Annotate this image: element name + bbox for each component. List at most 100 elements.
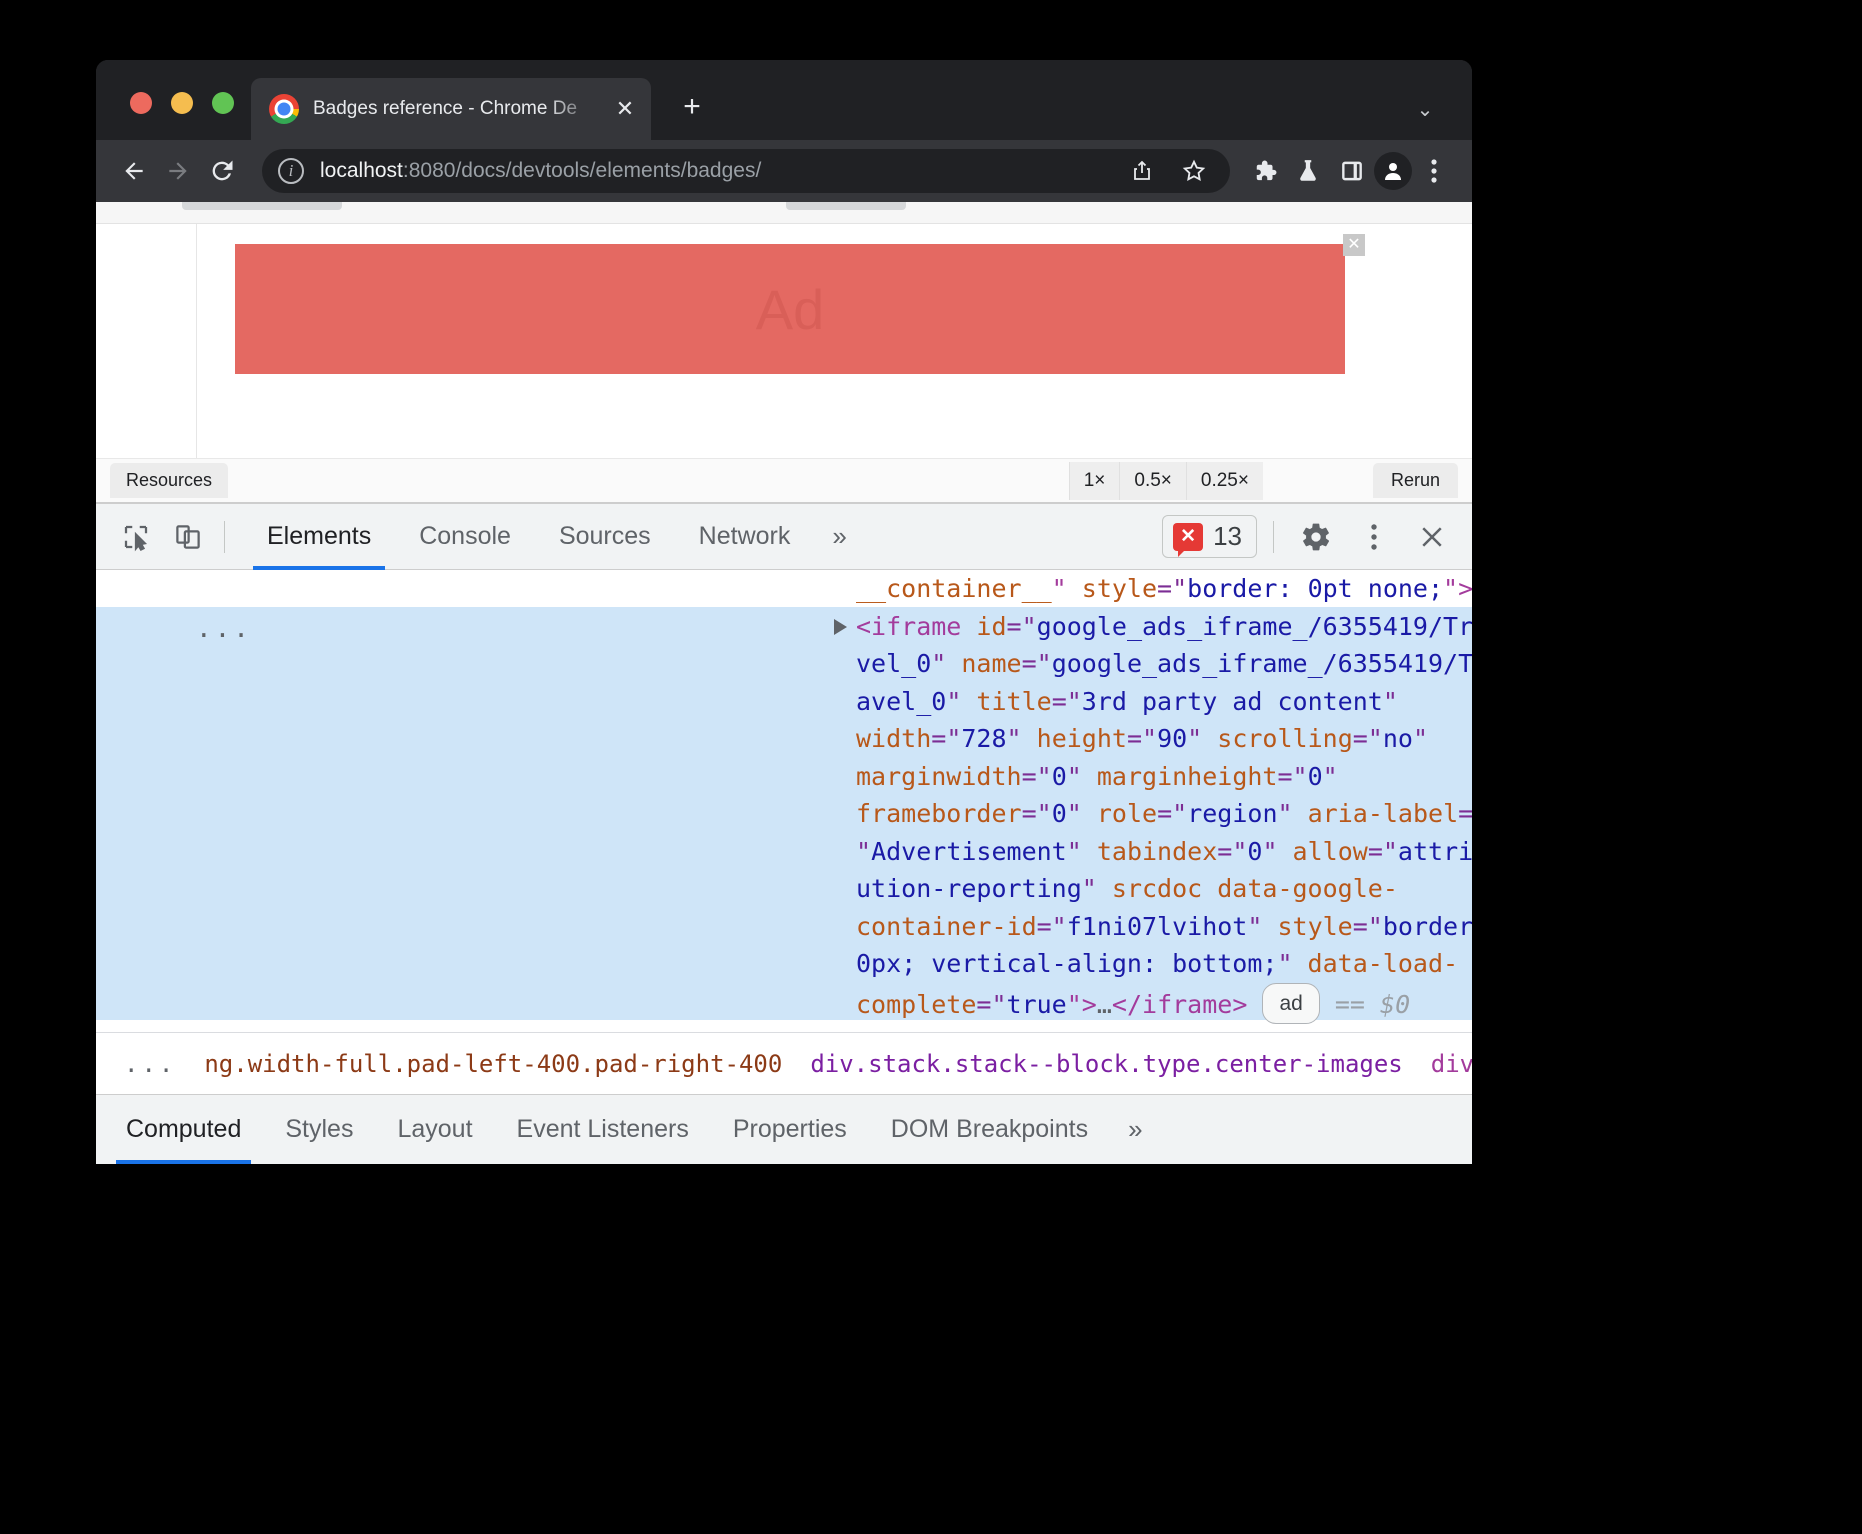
code-token-eq: =" [1157, 799, 1187, 828]
tab-layout[interactable]: Layout [375, 1095, 494, 1164]
close-icon[interactable] [1406, 511, 1458, 563]
site-info-icon[interactable]: i [278, 158, 304, 184]
dom-code-line[interactable]: vel_0" name="google_ads_iframe_/6355419/… [856, 645, 1472, 683]
tab-network[interactable]: Network [675, 504, 815, 570]
puzzle-icon[interactable] [1242, 149, 1286, 193]
flask-icon[interactable] [1286, 149, 1330, 193]
tab-dom-breakpoints[interactable]: DOM Breakpoints [869, 1095, 1110, 1164]
code-token-val: true [1007, 990, 1067, 1019]
expand-triangle-icon[interactable] [834, 619, 847, 635]
code-token-attr: marginwidth [856, 762, 1022, 791]
device-toolbar-icon[interactable] [162, 511, 214, 563]
code-token-val: 0px; vertical-align: bottom; [856, 949, 1277, 978]
tab-properties[interactable]: Properties [711, 1095, 869, 1164]
breadcrumb-item-1[interactable]: ng.width-full.pad-left-400.pad-right-400 [190, 1050, 796, 1078]
dom-code-line[interactable]: 0px; vertical-align: bottom;" data-load- [856, 945, 1472, 983]
tab-event-listeners[interactable]: Event Listeners [495, 1095, 711, 1164]
tab-computed[interactable]: Computed [104, 1095, 263, 1164]
dom-tree[interactable]: ··· __container__" style="border: 0pt no… [96, 570, 1472, 1032]
code-token-tag: <iframe [856, 612, 976, 641]
code-token-attr: style [1082, 574, 1157, 603]
address-bar[interactable]: i localhost:8080/docs/devtools/elements/… [262, 149, 1230, 193]
code-token-punc: " [1052, 574, 1082, 603]
code-token-val: ution-reporting [856, 874, 1082, 903]
code-token-attr: container-id [856, 912, 1037, 941]
maximize-window-button[interactable] [212, 92, 234, 114]
breadcrumb-item-3[interactable]: div [1417, 1050, 1472, 1078]
forward-button[interactable] [156, 149, 200, 193]
dom-code-line[interactable]: complete="true">…</iframe> ad == $0 [856, 983, 1472, 1025]
code-token-eq: =" [1022, 799, 1052, 828]
dom-code-line[interactable]: container-id="f1ni07lvihot" style="borde… [856, 908, 1472, 946]
code-token-eq: =" [1022, 649, 1052, 678]
person-icon[interactable] [1374, 152, 1412, 190]
resources-tab[interactable]: Resources [110, 463, 228, 498]
code-token-attr: id [976, 612, 1006, 641]
address-bar-url: localhost:8080/docs/devtools/elements/ba… [320, 159, 1120, 183]
dom-code-line[interactable]: __container__" style="border: 0pt none;"… [856, 570, 1472, 608]
dom-code-line[interactable]: width="728" height="90" scrolling="no" [856, 720, 1472, 758]
code-token-eq: " [1067, 799, 1097, 828]
code-token-val: attrib [1398, 837, 1472, 866]
code-token-attr: height [1037, 724, 1127, 753]
chevron-down-icon[interactable]: ⌄ [1408, 92, 1442, 126]
dom-code-line[interactable]: ution-reporting" srcdoc data-google- [856, 870, 1472, 908]
devtools-sidebar-tabs: Computed Styles Layout Event Listeners P… [96, 1094, 1472, 1164]
dom-code-line[interactable]: avel_0" title="3rd party ad content" [856, 683, 1472, 721]
dom-code-line[interactable]: frameborder="0" role="region" aria-label… [856, 795, 1472, 833]
code-token-punc: "> [1443, 574, 1472, 603]
code-token-attr: marginheight [1097, 762, 1278, 791]
zoom-level-group: 1× 0.5× 0.25× [1069, 462, 1263, 500]
code-token-punc: "> [1067, 990, 1097, 1019]
close-icon[interactable]: ✕ [1343, 234, 1365, 256]
browser-window: Badges reference - Chrome De ✕ + ⌄ i loc… [96, 60, 1472, 1164]
three-dot-menu-icon[interactable] [1348, 511, 1400, 563]
gear-icon[interactable] [1290, 511, 1342, 563]
side-panel-icon[interactable] [1330, 149, 1374, 193]
tab-strip: Badges reference - Chrome De ✕ + ⌄ [96, 60, 1472, 140]
window-traffic-lights [130, 92, 234, 114]
more-sidebar-tabs-icon[interactable]: » [1110, 1095, 1160, 1164]
close-window-button[interactable] [130, 92, 152, 114]
share-icon[interactable] [1120, 149, 1164, 193]
zoom-0.25x-button[interactable]: 0.25× [1186, 462, 1263, 500]
page-control-bar: Resources 1× 0.5× 0.25× Rerun [96, 458, 1472, 502]
zoom-1x-button[interactable]: 1× [1069, 462, 1120, 500]
code-token-attr: srcdoc data-google- [1112, 874, 1398, 903]
reload-button[interactable] [200, 149, 244, 193]
minimize-window-button[interactable] [171, 92, 193, 114]
code-token-eq: " [1007, 724, 1037, 753]
ad-badge[interactable]: ad [1262, 983, 1319, 1025]
rerun-button[interactable]: Rerun [1373, 463, 1458, 498]
devtools-panel: Elements Console Sources Network » ✕ 13 [96, 502, 1472, 1164]
toolbar-divider-2 [1273, 521, 1274, 553]
three-dot-menu-icon[interactable] [1412, 149, 1456, 193]
breadcrumb-item-2[interactable]: div.stack.stack--block.type.center-image… [796, 1050, 1416, 1078]
inspect-cursor-icon[interactable] [110, 511, 162, 563]
tab-sources[interactable]: Sources [535, 504, 675, 570]
close-icon[interactable]: ✕ [611, 95, 639, 123]
back-button[interactable] [112, 149, 156, 193]
dom-code-line[interactable]: "Advertisement" tabindex="0" allow="attr… [856, 833, 1472, 871]
ad-banner[interactable]: Ad ✕ [235, 244, 1345, 374]
tab-console[interactable]: Console [395, 504, 535, 570]
new-tab-button[interactable]: + [674, 90, 710, 126]
code-token-attr: style [1277, 912, 1352, 941]
dom-code-line[interactable]: marginwidth="0" marginheight="0" [856, 758, 1472, 796]
url-path: :8080/docs/devtools/elements/badges/ [403, 159, 761, 182]
error-count-badge[interactable]: ✕ 13 [1162, 515, 1257, 558]
star-icon[interactable] [1172, 149, 1216, 193]
more-tabs-icon[interactable]: » [814, 521, 864, 552]
dom-closing-div[interactable]: </div> [196, 1024, 1472, 1032]
dom-code-line[interactable]: <iframe id="google_ads_iframe_/6355419/T… [856, 608, 1472, 646]
tab-elements[interactable]: Elements [243, 504, 395, 570]
code-token-eq: " [856, 837, 871, 866]
tab-styles[interactable]: Styles [263, 1095, 375, 1164]
code-token-eq: " [1277, 949, 1307, 978]
code-token-eq: =" [1277, 762, 1307, 791]
zoom-0.5x-button[interactable]: 0.5× [1119, 462, 1186, 500]
code-token-val: no [1383, 724, 1413, 753]
code-token-val: border: 0pt none; [1187, 574, 1443, 603]
browser-tab[interactable]: Badges reference - Chrome De ✕ [251, 78, 651, 140]
breadcrumb-overflow-left[interactable]: ... [110, 1050, 190, 1078]
